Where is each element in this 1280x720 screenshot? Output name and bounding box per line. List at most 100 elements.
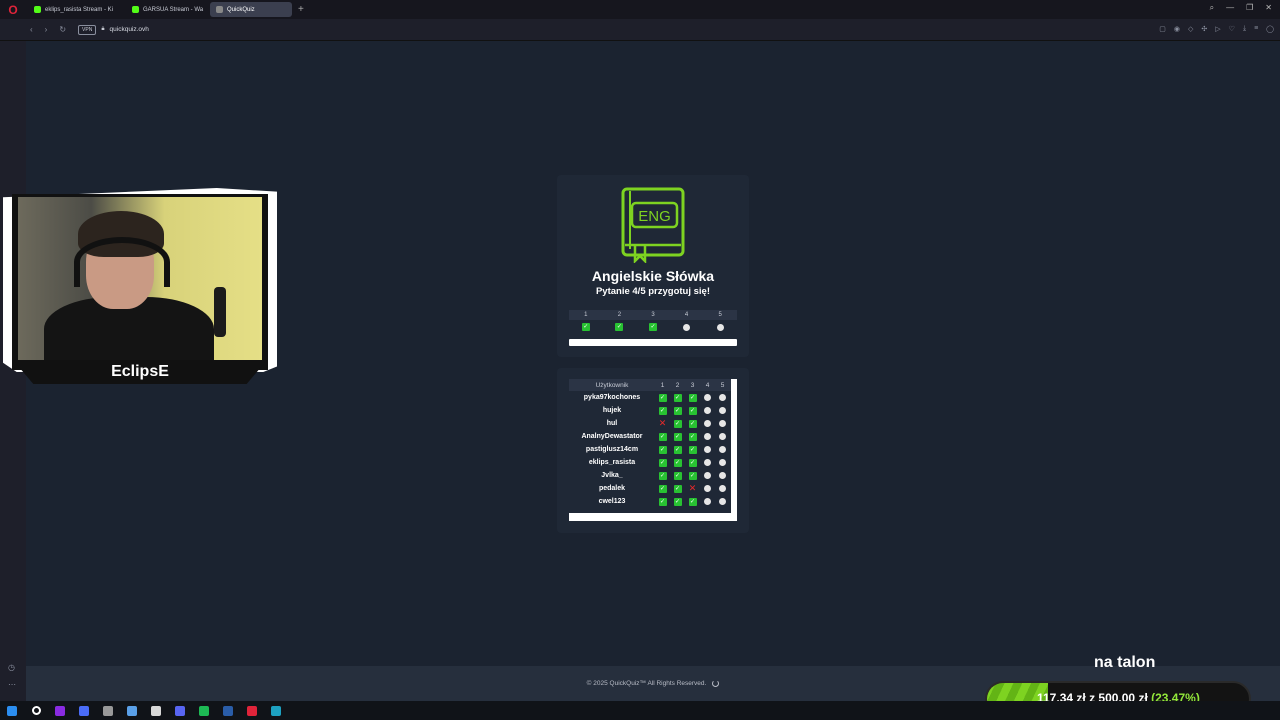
check-icon: ✓ xyxy=(673,497,682,506)
menu-icon[interactable]: ≡ xyxy=(1254,25,1258,33)
question-number: 3 xyxy=(651,312,655,318)
search-icon[interactable] xyxy=(24,701,48,720)
pending-dot-icon xyxy=(719,407,726,414)
microphone-icon xyxy=(214,287,226,337)
minimize-icon[interactable]: — xyxy=(1226,3,1234,13)
app-icon[interactable] xyxy=(144,701,168,720)
result-cell: ✓ xyxy=(685,419,700,428)
result-cell xyxy=(700,459,715,466)
result-cell xyxy=(700,446,715,453)
kick-icon xyxy=(132,6,139,13)
table-row: cwel123 ✓ ✓ ✓ xyxy=(569,495,737,508)
history-icon[interactable]: ◷ xyxy=(8,663,16,672)
windows-icon[interactable] xyxy=(0,701,24,720)
result-cell xyxy=(715,407,730,414)
profile-icon[interactable]: ◯ xyxy=(1266,25,1274,33)
lock-icon[interactable]: 🔒︎ xyxy=(101,26,104,33)
play-icon[interactable]: ▷ xyxy=(1215,25,1220,33)
back-icon[interactable]: ‹ xyxy=(30,25,33,34)
table-row: Jvlka_ ✓ ✓ ✓ xyxy=(569,469,737,482)
more-icon[interactable]: ⋯ xyxy=(8,680,16,689)
close-icon[interactable]: ✕ xyxy=(1265,3,1272,13)
check-icon: ✓ xyxy=(688,497,697,506)
table-row: hujek ✓ ✓ ✓ xyxy=(569,404,737,417)
result-cell: ✓ xyxy=(670,406,685,415)
copyright-text: © 2025 QuickQuiz™ All Rights Reserved. xyxy=(586,680,707,687)
pending-dot-icon xyxy=(683,323,691,331)
player-name: pedalek xyxy=(598,485,626,492)
player-name: pastiglusz14cm xyxy=(585,446,639,453)
window-controls: ⌕ — ❐ ✕ xyxy=(1210,3,1272,13)
question-number: 2 xyxy=(617,312,622,318)
check-icon: ✓ xyxy=(673,393,682,402)
browser-tab-bar: O eklips_rasista Stream - Ki GARSUA Stre… xyxy=(0,0,1280,19)
opera-icon[interactable] xyxy=(240,701,264,720)
result-cell xyxy=(700,394,715,401)
download-icon[interactable]: ⤓ xyxy=(1243,25,1246,33)
leaderboard-card: Użytkownik 1 2 3 4 5 pyka97kochones ✓ ✓ ✓ hujek ✓… xyxy=(557,368,749,533)
result-cell: ✓ xyxy=(655,458,670,467)
heart-icon[interactable]: ♡ xyxy=(1229,25,1235,33)
column-question: 3 xyxy=(690,381,695,389)
check-icon: ✓ xyxy=(673,419,682,428)
result-cell: ✓ xyxy=(685,432,700,441)
app-icon[interactable] xyxy=(264,701,288,720)
streamer-name: EclipsE xyxy=(13,360,267,384)
camera-icon[interactable]: ◉ xyxy=(1174,25,1180,33)
pending-dot-icon xyxy=(719,394,726,401)
result-cell: ✓ xyxy=(655,497,670,506)
tab-eklips[interactable]: eklips_rasista Stream - Ki xyxy=(28,2,124,17)
url-field[interactable]: quickquiz.ovh xyxy=(110,26,149,33)
goal-label: na talon xyxy=(1094,654,1156,671)
check-icon: ✓ xyxy=(673,406,682,415)
result-cell xyxy=(700,420,715,427)
question-status-cell xyxy=(703,320,737,334)
check-icon: ✓ xyxy=(673,471,682,480)
pending-dot-icon xyxy=(719,472,726,479)
horizontal-scrollbar[interactable] xyxy=(569,513,737,521)
app-icon[interactable] xyxy=(48,701,72,720)
puzzle-icon[interactable]: ✣ xyxy=(1201,25,1207,33)
search-tabs-icon[interactable]: ⌕ xyxy=(1210,3,1214,13)
tab-label: GARSUA Stream - Wa xyxy=(143,6,204,13)
column-question: 5 xyxy=(720,381,725,389)
check-icon: ✓ xyxy=(658,393,667,402)
kick-icon xyxy=(34,6,41,13)
question-number: 5 xyxy=(718,312,722,318)
shield-icon[interactable]: ◇ xyxy=(1188,25,1193,33)
pending-dot-icon xyxy=(719,498,726,505)
check-icon: ✓ xyxy=(673,432,682,441)
opera-logo-icon[interactable]: O xyxy=(0,0,26,19)
extension-icon[interactable]: ▢ xyxy=(1159,25,1166,33)
discord-icon[interactable] xyxy=(168,701,192,720)
tab-quickquiz[interactable]: QuickQuiz xyxy=(210,2,292,17)
vertical-scrollbar[interactable] xyxy=(731,379,737,519)
table-row: AnalnyDewastator ✓ ✓ ✓ xyxy=(569,430,737,443)
table-header: Użytkownik 1 2 3 4 5 xyxy=(569,379,737,391)
app-icon[interactable] xyxy=(96,701,120,720)
player-name: hujek xyxy=(602,407,622,414)
webcam-border xyxy=(12,194,268,370)
reload-icon[interactable]: ↻ xyxy=(59,25,66,34)
check-icon: ✓ xyxy=(688,419,697,428)
forward-icon[interactable]: › xyxy=(45,25,48,34)
player-name: hul xyxy=(606,420,618,427)
webcam-overlay: EclipsE xyxy=(3,188,277,388)
player-name: AnalnyDewastator xyxy=(581,433,643,440)
quickquiz-icon xyxy=(216,6,223,13)
result-cell: ✓ xyxy=(670,432,685,441)
vpn-badge[interactable]: VPN xyxy=(78,24,97,35)
result-cell: ✓ xyxy=(670,393,685,402)
steam-icon[interactable] xyxy=(216,701,240,720)
tab-label: QuickQuiz xyxy=(227,6,255,13)
windows-taskbar xyxy=(0,701,1280,720)
tab-garsua[interactable]: GARSUA Stream - Wa xyxy=(126,2,208,17)
app-icon[interactable] xyxy=(120,701,144,720)
new-tab-button[interactable]: + xyxy=(298,4,304,15)
spotify-icon[interactable] xyxy=(192,701,216,720)
question-number: 1 xyxy=(584,312,588,318)
result-cell: ✓ xyxy=(685,471,700,480)
result-cell: ✓ xyxy=(670,419,685,428)
maximize-icon[interactable]: ❐ xyxy=(1246,3,1253,13)
app-icon[interactable] xyxy=(72,701,96,720)
